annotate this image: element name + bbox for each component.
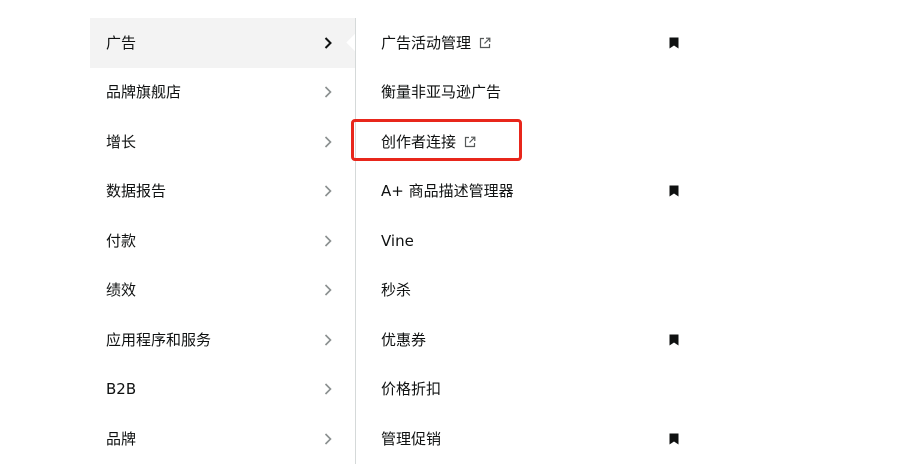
menu-item-brands[interactable]: 品牌 (90, 414, 355, 464)
menu-item-b2b[interactable]: B2B (90, 364, 355, 414)
submenu-item-label: 价格折扣 (381, 380, 442, 398)
menu-item-growth[interactable]: 增长 (90, 117, 355, 167)
submenu-item-label-wrap: 广告活动管理 (381, 33, 491, 53)
menu-item-payments[interactable]: 付款 (90, 216, 355, 266)
bookmark-icon[interactable] (669, 37, 679, 49)
submenu-item-a-plus-content[interactable]: A+ 商品描述管理器 (356, 166, 696, 216)
highlight-box (351, 119, 522, 161)
submenu-item-vine[interactable]: Vine (356, 216, 696, 266)
external-link-icon (479, 37, 491, 49)
submenu-item-campaign-manager[interactable]: 广告活动管理 (356, 18, 696, 68)
menu-item-label: 广告 (106, 34, 137, 52)
chevron-right-icon (324, 433, 332, 445)
menu-item-brand-store[interactable]: 品牌旗舰店 (90, 67, 355, 117)
submenu-item-coupons[interactable]: 优惠券 (356, 315, 696, 365)
menu-item-label: 品牌旗舰店 (106, 83, 182, 101)
submenu-item-label: 秒杀 (381, 281, 412, 299)
menu-item-label: 付款 (106, 232, 137, 250)
submenu-item-label: A+ 商品描述管理器 (381, 182, 514, 200)
menu-item-reports[interactable]: 数据报告 (90, 166, 355, 216)
menu-item-label: 数据报告 (106, 182, 167, 200)
submenu: 广告活动管理 衡量非亚马逊广告 创作者连接 A+ 商品描述管理器 Vine 秒杀… (356, 18, 696, 464)
menu-item-advertising[interactable]: 广告 (90, 18, 355, 68)
chevron-right-icon (324, 383, 332, 395)
menu-item-apps-services[interactable]: 应用程序和服务 (90, 315, 355, 365)
menu-item-label: 应用程序和服务 (106, 331, 212, 349)
chevron-right-icon (324, 86, 332, 98)
submenu-item-label: 优惠券 (381, 331, 427, 349)
submenu-item-label: 衡量非亚马逊广告 (381, 83, 502, 101)
bookmark-icon[interactable] (669, 334, 679, 346)
submenu-item-price-discounts[interactable]: 价格折扣 (356, 364, 696, 414)
bookmark-icon[interactable] (669, 433, 679, 445)
submenu-item-manage-promotions[interactable]: 管理促销 (356, 414, 696, 464)
chevron-right-icon (324, 37, 332, 49)
chevron-right-icon (324, 136, 332, 148)
bookmark-icon[interactable] (669, 185, 679, 197)
category-menu: 广告 品牌旗舰店 增长 数据报告 付款 绩效 应用程序和服务 B2B 品牌 (90, 18, 355, 464)
submenu-item-label: 管理促销 (381, 430, 442, 448)
chevron-right-icon (324, 185, 332, 197)
submenu-item-lightning-deals[interactable]: 秒杀 (356, 265, 696, 315)
chevron-right-icon (324, 284, 332, 296)
chevron-right-icon (324, 334, 332, 346)
chevron-right-icon (324, 235, 332, 247)
submenu-item-label: 广告活动管理 (381, 34, 472, 52)
submenu-item-label: Vine (381, 232, 414, 250)
menu-item-label: 绩效 (106, 281, 137, 299)
menu-item-performance[interactable]: 绩效 (90, 265, 355, 315)
submenu-item-measure-non-amazon-ads[interactable]: 衡量非亚马逊广告 (356, 67, 696, 117)
menu-item-label: 增长 (106, 133, 137, 151)
menu-item-label: 品牌 (106, 430, 137, 448)
menu-item-label: B2B (106, 380, 137, 398)
